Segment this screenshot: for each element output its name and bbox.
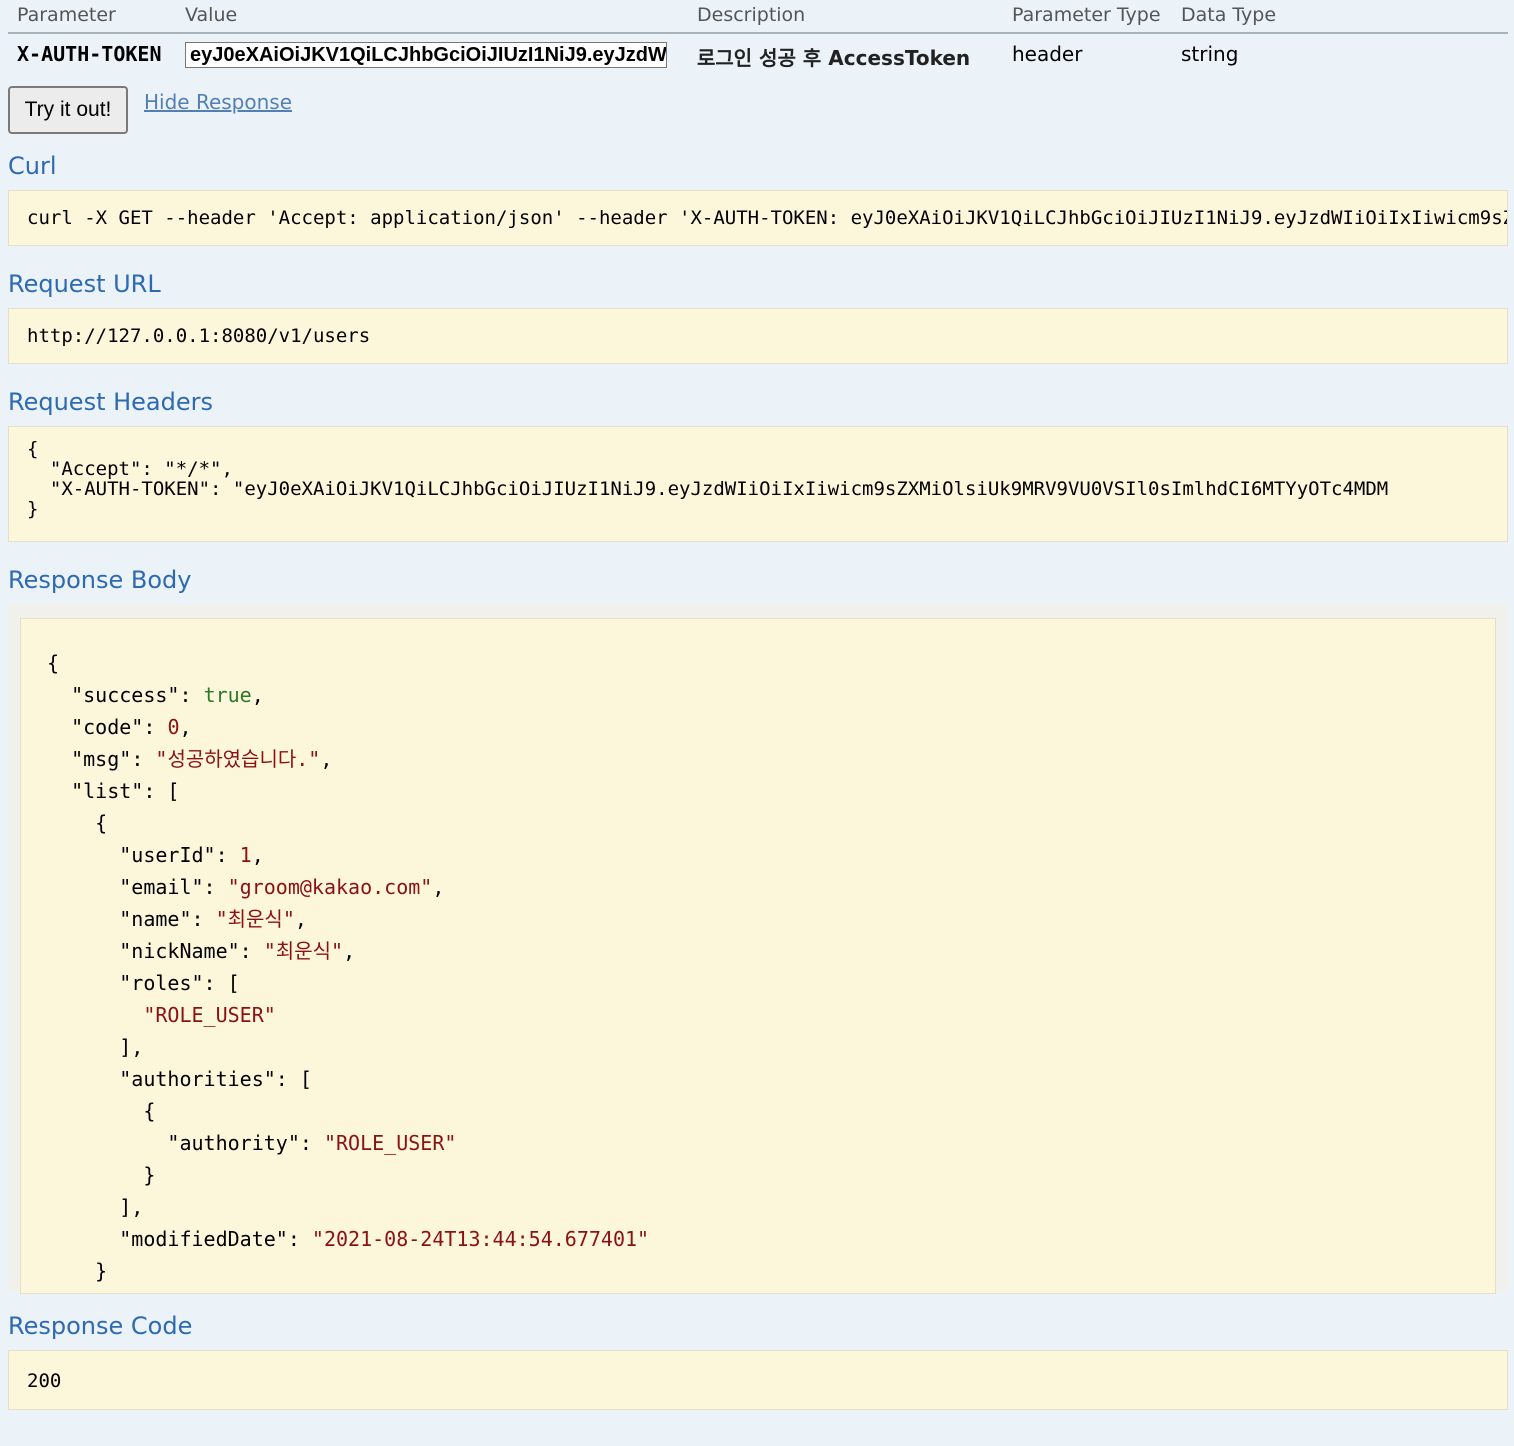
parameters-table: Parameter Value Description Parameter Ty…: [8, 0, 1508, 82]
operation-panel: Parameter Value Description Parameter Ty…: [8, 0, 1508, 1410]
json-nickname-value: "최운식": [263, 939, 344, 963]
parameter-row: X-AUTH-TOKEN eyJ0eXAiOiJKV1QiLCJhbGciOiJ…: [8, 33, 1508, 82]
try-it-out-button[interactable]: Try it out!: [8, 86, 128, 134]
response-body-panel: { "success": true, "code": 0, "msg": "성공…: [8, 604, 1508, 1294]
response-code-block: 200: [8, 1350, 1508, 1410]
json-authority-value: "ROLE_USER": [323, 1131, 457, 1155]
json-code-value: 0: [167, 715, 180, 739]
request-headers-heading: Request Headers: [8, 388, 214, 416]
parameter-name: X-AUTH-TOKEN: [17, 42, 162, 66]
curl-block: curl -X GET --header 'Accept: applicatio…: [8, 190, 1508, 246]
request-url-block: http://127.0.0.1:8080/v1/users: [8, 308, 1508, 364]
parameter-value-cell: eyJ0eXAiOiJKV1QiLCJhbGciOiJIUzI1NiJ9.eyJ…: [185, 33, 697, 82]
col-header-parameter: Parameter: [8, 0, 185, 34]
col-header-value: Value: [185, 0, 697, 34]
request-headers-block: { "Accept": "*/*", "X-AUTH-TOKEN": "eyJ0…: [8, 426, 1508, 542]
curl-heading: Curl: [8, 152, 57, 180]
response-code-heading: Response Code: [8, 1312, 193, 1340]
col-header-data-type: Data Type: [1181, 0, 1508, 34]
json-userid-value: 1: [239, 843, 252, 867]
json-email-value: "groom@kakao.com": [227, 875, 433, 899]
parameter-description: 로그인 성공 후 AccessToken: [697, 46, 971, 70]
col-header-parameter-type: Parameter Type: [1012, 0, 1181, 34]
parameters-header-row: Parameter Value Description Parameter Ty…: [8, 0, 1508, 34]
json-role-value: "ROLE_USER": [143, 1003, 276, 1027]
response-body-json[interactable]: { "success": true, "code": 0, "msg": "성공…: [20, 618, 1496, 1294]
json-modified-date-value: "2021-08-24T13:44:54.677401": [311, 1227, 650, 1251]
response-body-heading: Response Body: [8, 566, 192, 594]
request-url-heading: Request URL: [8, 270, 161, 298]
json-success-value: true: [203, 683, 252, 707]
x-auth-token-input[interactable]: eyJ0eXAiOiJKV1QiLCJhbGciOiJIUzI1NiJ9.eyJ…: [185, 42, 667, 68]
actions-bar: Try it out! Hide Response: [8, 86, 1508, 146]
json-name-value: "최운식": [215, 907, 295, 931]
parameter-data-type: string: [1181, 42, 1239, 66]
col-header-description: Description: [697, 0, 1012, 34]
json-msg-value: "성공하였습니다.": [155, 747, 321, 771]
hide-response-link[interactable]: Hide Response: [144, 90, 292, 114]
parameter-type: header: [1012, 42, 1083, 66]
